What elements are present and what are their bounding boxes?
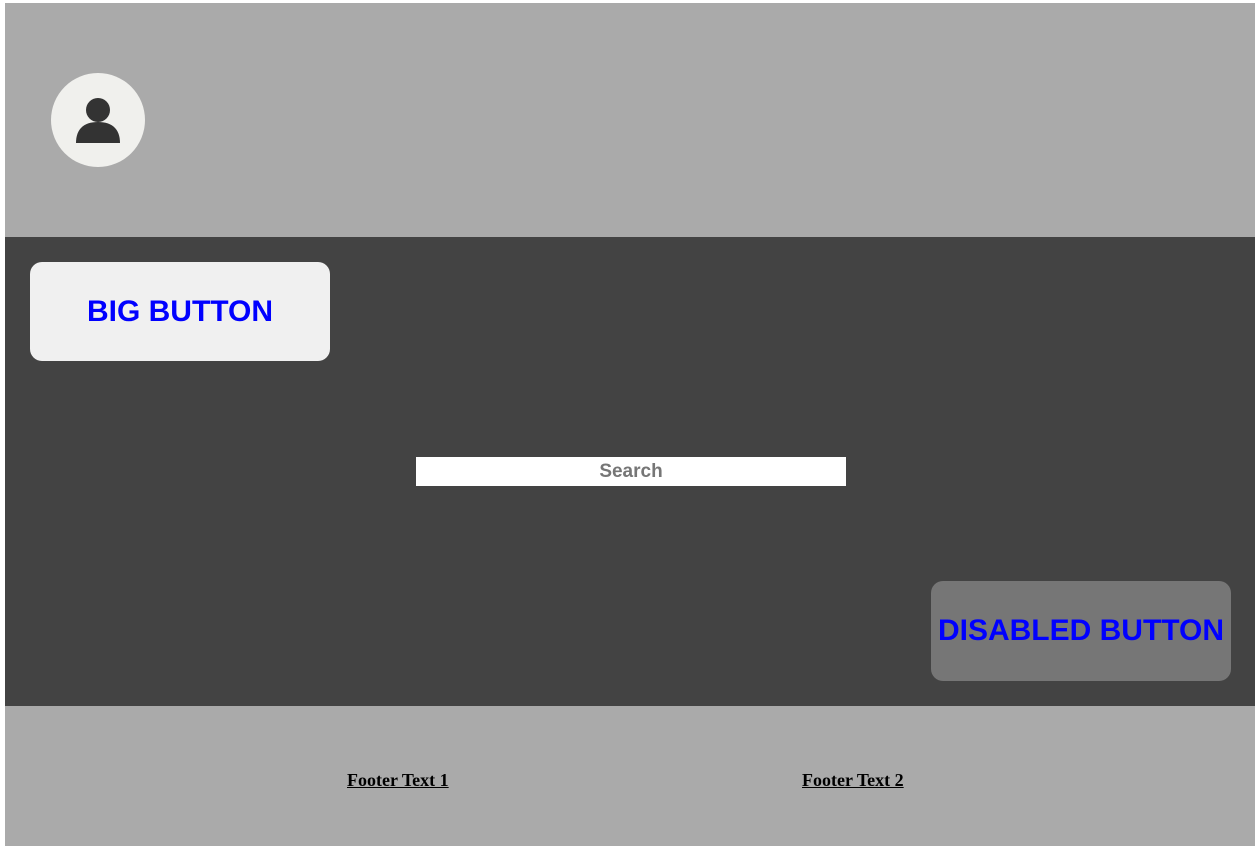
footer: Footer Text 1 Footer Text 2 bbox=[5, 706, 1255, 846]
user-icon bbox=[76, 98, 120, 143]
big-button[interactable]: BIG BUTTON bbox=[30, 262, 330, 361]
footer-link-2[interactable]: Footer Text 2 bbox=[802, 770, 904, 791]
disabled-button: DISABLED BUTTON bbox=[931, 581, 1231, 681]
avatar[interactable] bbox=[51, 73, 145, 167]
footer-link-1[interactable]: Footer Text 1 bbox=[347, 770, 449, 791]
header bbox=[5, 3, 1255, 237]
search-input[interactable] bbox=[416, 457, 846, 486]
app-frame: BIG BUTTON DISABLED BUTTON Footer Text 1… bbox=[5, 3, 1255, 846]
main-content: BIG BUTTON DISABLED BUTTON bbox=[5, 237, 1255, 706]
